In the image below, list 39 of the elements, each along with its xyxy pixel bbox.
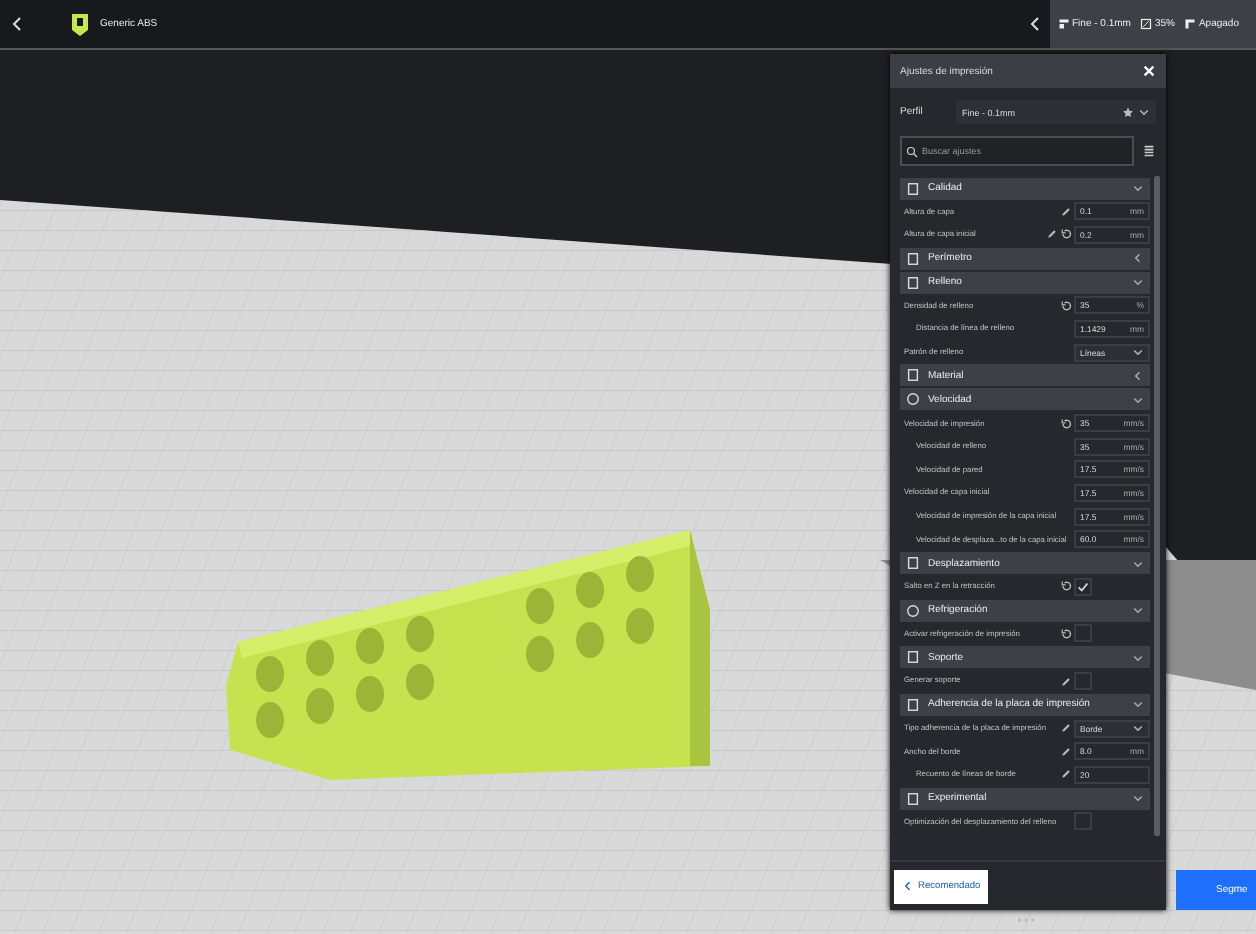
category-icon (906, 791, 920, 806)
chevron-down-icon (1138, 106, 1150, 118)
category-icon (906, 650, 920, 665)
chevron-left-icon[interactable] (1028, 16, 1044, 32)
reset-icon[interactable] (1060, 627, 1072, 640)
chevron-icon (1132, 557, 1144, 570)
chevron-icon (1132, 792, 1144, 805)
chevron-icon (1132, 698, 1144, 711)
chevron-icon (1132, 651, 1144, 664)
scrollbar-thumb[interactable] (1154, 176, 1160, 836)
menu-icon[interactable] (1142, 144, 1156, 158)
category-icon (906, 368, 920, 383)
close-icon[interactable] (1142, 64, 1156, 78)
star-icon (1122, 106, 1134, 118)
circle-icon (906, 392, 920, 407)
chevron-down-icon (1132, 346, 1144, 359)
category-icon (906, 697, 920, 712)
reset-icon[interactable] (1060, 228, 1072, 241)
chevron-icon (1132, 182, 1144, 194)
pencil-icon[interactable] (1060, 675, 1072, 688)
checkbox[interactable] (1074, 624, 1092, 643)
chevron-left-icon[interactable] (10, 16, 26, 32)
circle-icon (906, 603, 920, 618)
resize-handle-icon[interactable] (1016, 916, 1036, 924)
printer-icon[interactable] (70, 12, 90, 36)
chevron-icon (1132, 604, 1144, 617)
checkbox[interactable] (1074, 577, 1092, 596)
layers-icon (1058, 18, 1070, 30)
reset-icon[interactable] (1060, 580, 1072, 593)
reset-icon[interactable] (1060, 299, 1072, 312)
category-icon (906, 181, 920, 195)
chevron-down-icon (1132, 722, 1144, 735)
checkbox[interactable] (1074, 812, 1092, 831)
chevron-left-icon (902, 880, 914, 892)
infill-icon (1140, 18, 1153, 30)
checkbox[interactable] (1074, 672, 1092, 691)
reset-icon[interactable] (1060, 417, 1072, 430)
search-icon (906, 145, 918, 157)
category-icon (906, 556, 920, 571)
